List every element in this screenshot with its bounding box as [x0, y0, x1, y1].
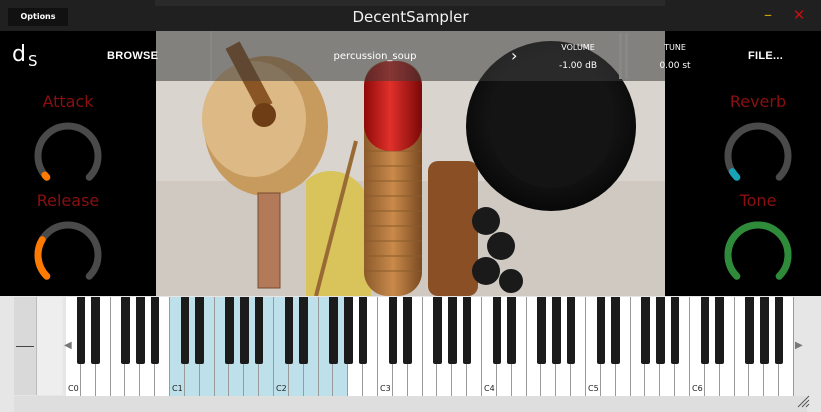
pitch-wheel-center-line — [16, 346, 34, 347]
knob-track — [34, 122, 102, 181]
black-key[interactable] — [433, 297, 442, 364]
black-key[interactable] — [566, 297, 576, 364]
black-key[interactable] — [121, 297, 130, 364]
minimize-icon[interactable]: – — [759, 6, 777, 24]
knob-value-arc — [34, 236, 51, 280]
release-knob[interactable] — [32, 219, 104, 291]
black-key[interactable] — [358, 297, 368, 364]
level-meter-bar-right — [625, 33, 628, 79]
scroll-left-icon[interactable]: ◀ — [64, 340, 72, 351]
reverb-label: Reverb — [729, 92, 787, 111]
attack-knob[interactable] — [32, 120, 104, 192]
release-label: Release — [36, 191, 100, 210]
preset-name: percussion_soup — [333, 51, 417, 62]
tune-label: TUNE — [664, 43, 686, 52]
black-key[interactable] — [462, 297, 472, 364]
logo: d — [12, 42, 26, 67]
black-key[interactable] — [759, 297, 769, 364]
piano-keyboard[interactable]: C0 C1 C2 C3 C4 C5 C6 — [66, 297, 794, 396]
black-key[interactable] — [76, 297, 86, 364]
knob-value-arc — [728, 168, 741, 181]
black-key[interactable] — [254, 297, 264, 364]
black-key[interactable] — [225, 297, 234, 364]
logo-subscript: S — [28, 52, 38, 70]
black-key[interactable] — [239, 297, 249, 364]
tune-value[interactable]: 0.00 st — [645, 61, 705, 71]
reverb-knob[interactable] — [722, 120, 794, 192]
octave-label: C2 — [276, 384, 287, 393]
black-key[interactable] — [774, 297, 784, 364]
black-key[interactable] — [91, 297, 100, 364]
octave-label: C6 — [692, 384, 703, 393]
volume-label: VOLUME — [561, 43, 595, 52]
octave-label: C4 — [484, 384, 495, 393]
black-key[interactable] — [284, 297, 294, 364]
black-key[interactable] — [492, 297, 502, 364]
level-meter-bar-left — [619, 33, 622, 79]
background-window-strip — [155, 0, 665, 6]
volume-value[interactable]: -1.00 dB — [548, 61, 608, 71]
knob-track — [34, 221, 102, 280]
window-title: DecentSampler — [352, 8, 469, 26]
black-key[interactable] — [299, 297, 308, 364]
octave-label: C5 — [588, 384, 599, 393]
black-key[interactable] — [641, 297, 650, 364]
octave-label: C1 — [172, 384, 183, 393]
black-key[interactable] — [700, 297, 710, 364]
browse-button[interactable]: BROWSE — [107, 50, 158, 62]
file-button[interactable]: FILE... — [748, 50, 783, 62]
close-icon[interactable]: ✕ — [790, 6, 808, 24]
attack-label: Attack — [42, 92, 94, 111]
octave-label: C3 — [380, 384, 391, 393]
black-key[interactable] — [596, 297, 606, 364]
black-key[interactable] — [195, 297, 204, 364]
tone-label: Tone — [739, 191, 777, 210]
black-key[interactable] — [670, 297, 680, 364]
black-key[interactable] — [537, 297, 546, 364]
black-key[interactable] — [150, 297, 160, 364]
black-key[interactable] — [403, 297, 412, 364]
knob-value-arc — [41, 171, 51, 181]
black-key[interactable] — [551, 297, 561, 364]
black-key[interactable] — [447, 297, 457, 364]
scroll-right-icon[interactable]: ▶ — [795, 340, 803, 351]
black-key[interactable] — [388, 297, 398, 364]
octave-label: C0 — [68, 384, 79, 393]
black-key[interactable] — [329, 297, 338, 364]
black-key[interactable] — [343, 297, 353, 364]
keyboard-scrollbar[interactable] — [14, 396, 807, 412]
black-key[interactable] — [745, 297, 754, 364]
knob-value-arc — [724, 221, 792, 280]
black-key[interactable] — [655, 297, 665, 364]
tone-knob[interactable] — [722, 219, 794, 291]
black-key[interactable] — [180, 297, 190, 364]
knob-track — [724, 122, 792, 181]
resize-grip-icon[interactable] — [796, 394, 810, 408]
black-key[interactable] — [135, 297, 145, 364]
black-key[interactable] — [507, 297, 516, 364]
next-preset-icon[interactable]: › — [511, 46, 517, 65]
level-meter — [619, 33, 633, 79]
mod-wheel[interactable] — [37, 297, 61, 395]
black-key[interactable] — [715, 297, 724, 364]
black-key[interactable] — [611, 297, 620, 364]
